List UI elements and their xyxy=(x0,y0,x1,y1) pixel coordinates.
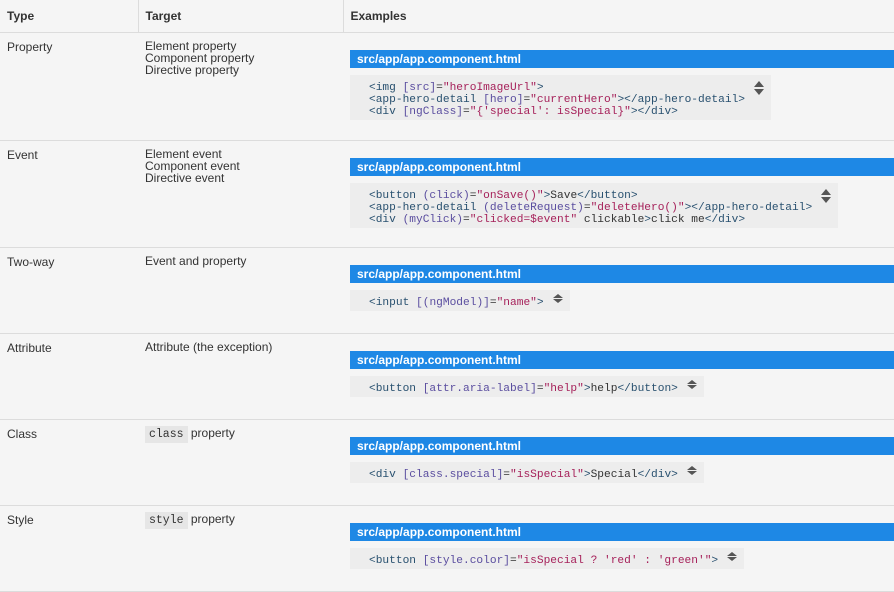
target-item: Directive event xyxy=(145,171,225,185)
example-cell: src/app/app.component.html <button (click… xyxy=(343,140,894,248)
code-filename-banner: src/app/app.component.html xyxy=(350,265,894,283)
example-cell: src/app/app.component.html <button [attr.… xyxy=(343,333,894,420)
scroll-up-icon[interactable] xyxy=(686,466,697,470)
example-cell: src/app/app.component.html <div [class.sp… xyxy=(343,419,894,506)
binding-type-cell: Attribute xyxy=(0,333,138,420)
scroll-up-icon[interactable] xyxy=(727,552,738,556)
table-row: Event Element event Component event Directi… xyxy=(0,140,894,248)
header-type: Type xyxy=(0,0,138,33)
example-cell: src/app/app.component.html <img [src]="he… xyxy=(343,32,894,141)
target-item: Event and property xyxy=(145,254,247,268)
code-filename-banner: src/app/app.component.html xyxy=(350,158,894,176)
binding-target-cell: Element property Component property Direct… xyxy=(138,32,343,141)
example-cell: src/app/app.component.html <button [style… xyxy=(343,505,894,592)
target-code: class xyxy=(145,426,188,443)
target-item: Directive property xyxy=(145,63,240,77)
scroll-up-icon[interactable] xyxy=(754,81,765,87)
code-line: <button [attr.aria-label]="help">help</b… xyxy=(369,383,678,395)
binding-target-cell: style property xyxy=(138,505,343,592)
binding-type-cell: Class xyxy=(0,419,138,506)
code-line: <input [(ngModel)]="name"> xyxy=(369,297,544,309)
code-block[interactable]: <div [class.special]="isSpecial">Special… xyxy=(350,462,704,483)
code-line: <app-hero-detail [hero]="currentHero"></… xyxy=(369,94,746,106)
scroll-arrows[interactable] xyxy=(552,294,564,303)
scroll-down-icon[interactable] xyxy=(552,299,563,303)
code-filename-banner: src/app/app.component.html xyxy=(350,437,894,455)
code-example-wrapper: <div [class.special]="isSpecial">Special… xyxy=(350,455,894,483)
target-item: class property xyxy=(145,426,343,443)
scroll-up-icon[interactable] xyxy=(552,294,563,298)
target-suffix: property xyxy=(187,426,235,440)
table-row: Two-way Event and property src/app/app.com… xyxy=(0,247,894,334)
code-filename-banner: src/app/app.component.html xyxy=(350,351,894,369)
target-item: style property xyxy=(145,512,343,529)
code-example-wrapper: <input [(ngModel)]="name"> xyxy=(350,283,894,311)
code-example-wrapper: <button [attr.aria-label]="help">help</b… xyxy=(350,369,894,397)
scroll-arrows[interactable] xyxy=(753,81,765,95)
code-line: <button (click)="onSave()">Save</button> xyxy=(369,190,638,202)
table-row: Property Element property Component proper… xyxy=(0,32,894,141)
code-filename-banner: src/app/app.component.html xyxy=(350,50,894,68)
table-row: Class class property src/app/app.component… xyxy=(0,419,894,506)
scroll-up-icon[interactable] xyxy=(821,189,832,195)
scroll-down-icon[interactable] xyxy=(686,471,697,475)
scroll-arrows[interactable] xyxy=(820,189,832,203)
scroll-down-icon[interactable] xyxy=(754,89,765,95)
header-target: Target xyxy=(137,0,343,33)
code-block[interactable]: <img [src]="heroImageUrl"> <app-hero-deta… xyxy=(350,75,772,120)
code-block[interactable]: <input [(ngModel)]="name"> xyxy=(350,290,570,311)
code-block[interactable]: <button (click)="onSave()">Save</button>… xyxy=(350,183,839,228)
code-block[interactable]: <button [attr.aria-label]="help">help</b… xyxy=(350,376,704,397)
header-examples: Examples xyxy=(342,0,894,33)
code-example-wrapper: <button [style.color]="isSpecial ? 'red'… xyxy=(350,541,894,569)
binding-target-cell: class property xyxy=(138,419,343,506)
table-row: Style style property src/app/app.component… xyxy=(0,505,894,592)
binding-target-cell: Event and property xyxy=(138,247,343,334)
code-line: <div [class.special]="isSpecial">Special… xyxy=(369,469,678,481)
code-example-wrapper: <button (click)="onSave()">Save</button>… xyxy=(350,176,894,228)
scroll-down-icon[interactable] xyxy=(821,197,832,203)
scroll-arrows[interactable] xyxy=(686,380,698,389)
binding-type-cell: Event xyxy=(0,140,138,248)
example-cell: src/app/app.component.html <input [(ngMod… xyxy=(343,247,894,334)
code-example-wrapper: <img [src]="heroImageUrl"> <app-hero-deta… xyxy=(350,68,894,120)
scroll-arrows[interactable] xyxy=(726,552,738,561)
code-line: <app-hero-detail (deleteRequest)="delete… xyxy=(369,202,813,214)
code-line: <button [style.color]="isSpecial ? 'red'… xyxy=(369,555,719,567)
code-filename-banner: src/app/app.component.html xyxy=(350,523,894,541)
target-code: style xyxy=(145,512,188,529)
table-row: Attribute Attribute (the exception) src/ap… xyxy=(0,333,894,420)
target-suffix: property xyxy=(187,512,235,526)
code-line: <img [src]="heroImageUrl"> xyxy=(369,82,544,94)
binding-type-cell: Style xyxy=(0,505,138,592)
code-line: <div [ngClass]="{'special': isSpecial}">… xyxy=(369,106,678,118)
code-block[interactable]: <button [style.color]="isSpecial ? 'red'… xyxy=(350,548,745,569)
scroll-up-icon[interactable] xyxy=(686,380,697,384)
binding-type-cell: Property xyxy=(0,32,138,141)
binding-type-cell: Two-way xyxy=(0,247,138,334)
scroll-down-icon[interactable] xyxy=(686,385,697,389)
scroll-arrows[interactable] xyxy=(686,466,698,475)
scroll-down-icon[interactable] xyxy=(727,557,738,561)
target-item: Attribute (the exception) xyxy=(145,340,273,354)
code-line: <div (myClick)="clicked=$event" clickabl… xyxy=(369,214,746,226)
binding-target-cell: Element event Component event Directive ev… xyxy=(138,140,343,248)
table-header-row: Type Target Examples xyxy=(0,0,894,33)
binding-target-cell: Attribute (the exception) xyxy=(138,333,343,420)
binding-types-table: Type Target Examples Property Element pro… xyxy=(0,0,894,592)
